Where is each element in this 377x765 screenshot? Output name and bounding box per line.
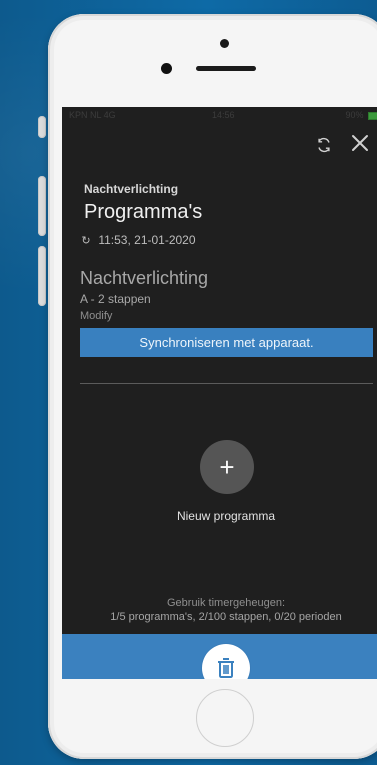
program-steps: A - 2 stappen: [80, 292, 151, 306]
status-bar: KPN NL 4G 14:56 90%: [62, 107, 377, 123]
section-divider: [80, 383, 373, 384]
battery-icon: [368, 111, 377, 120]
last-sync-value: 11:53, 21-01-2020: [98, 233, 196, 247]
delete-button[interactable]: [202, 644, 250, 679]
timer-memory-usage-values: 1/5 programma's, 2/100 stappen, 0/20 per…: [110, 611, 342, 623]
battery-percent: 90%: [345, 110, 364, 120]
page-title: Programma's: [84, 201, 203, 223]
phone-mute-switch: [38, 116, 46, 138]
carrier-label: KPN NL 4G: [69, 110, 116, 120]
modify-link[interactable]: Modify: [80, 309, 112, 323]
trash-icon: [218, 658, 234, 678]
front-sensor-dot: [220, 39, 229, 48]
phone-volume-up-button: [38, 176, 46, 236]
close-icon[interactable]: [348, 131, 372, 155]
sync-mini-icon: ↻: [81, 235, 91, 247]
last-sync-time: ↻ 11:53, 21-01-2020: [80, 232, 196, 249]
bottom-action-bar: [62, 634, 377, 679]
timer-memory-usage-title: Gebruik timergeheugen:: [166, 597, 285, 609]
app-screen: KPN NL 4G 14:56 90% Nachtverlichting Pro…: [62, 107, 377, 679]
program-name: Nachtverlichting: [80, 268, 209, 288]
battery-status: 90%: [345, 107, 377, 123]
breadcrumb: Nachtverlichting: [84, 182, 179, 196]
new-program-label: Nieuw programma: [176, 509, 276, 523]
sync-with-device-button[interactable]: Synchroniseren met apparaat.: [80, 328, 373, 357]
add-program-button[interactable]: +: [200, 440, 254, 494]
sync-icon[interactable]: [314, 135, 334, 155]
phone-volume-down-button: [38, 246, 46, 306]
phone-frame: KPN NL 4G 14:56 90% Nachtverlichting Pro…: [48, 14, 377, 759]
status-time: 14:56: [212, 110, 235, 120]
earpiece-speaker: [196, 66, 256, 71]
plus-icon: +: [219, 452, 235, 482]
home-button[interactable]: [196, 689, 254, 747]
front-camera: [161, 63, 172, 74]
